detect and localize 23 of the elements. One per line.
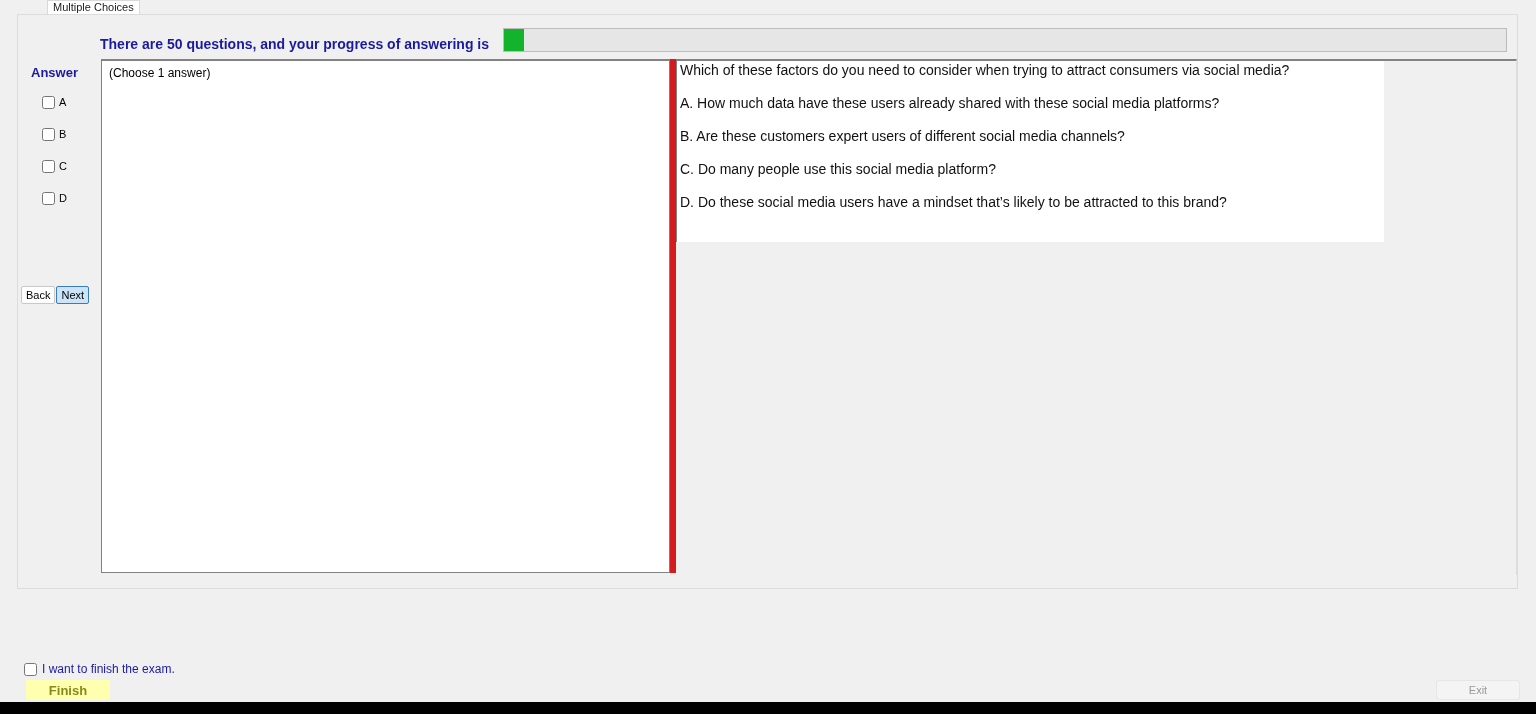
- back-button[interactable]: Back: [21, 286, 56, 304]
- answer-hint: (Choose 1 answer): [109, 66, 211, 80]
- option-checkbox[interactable]: [42, 191, 55, 205]
- option-label[interactable]: D: [59, 192, 67, 204]
- option-label[interactable]: A: [59, 96, 67, 108]
- option-checkbox[interactable]: [42, 159, 55, 173]
- option-checkbox[interactable]: [42, 95, 55, 109]
- choice-text: A. How much data have these users already shared with these social media platforms?: [680, 95, 1221, 111]
- answer-label: Answer: [31, 65, 79, 80]
- choice-text: B. Are these customers expert users of different social media channels?: [680, 128, 1126, 144]
- finish-button[interactable]: Finish: [26, 680, 110, 700]
- finish-checkbox[interactable]: [24, 662, 37, 676]
- option-label[interactable]: C: [59, 160, 67, 172]
- option-checkbox[interactable]: [42, 127, 55, 141]
- question-text: Which of these factors do you need to consider when trying to attract consumers via social media?: [680, 62, 1291, 78]
- choice-text: C. Do many people use this social media platform?: [680, 161, 997, 177]
- answer-box[interactable]: (Choose 1 answer): [101, 59, 670, 573]
- tab[interactable]: Multiple Choices: [47, 0, 140, 14]
- next-button[interactable]: Next: [56, 286, 90, 304]
- progress-heading: There are 50 questions, and your progress of answering is: [100, 35, 489, 52]
- finish-checkbox-label[interactable]: I want to finish the exam.: [42, 662, 175, 676]
- choice-text: D. Do these social media users have a mindset that’s likely to be attracted to this brand?: [680, 194, 1228, 210]
- option-label[interactable]: B: [59, 128, 67, 140]
